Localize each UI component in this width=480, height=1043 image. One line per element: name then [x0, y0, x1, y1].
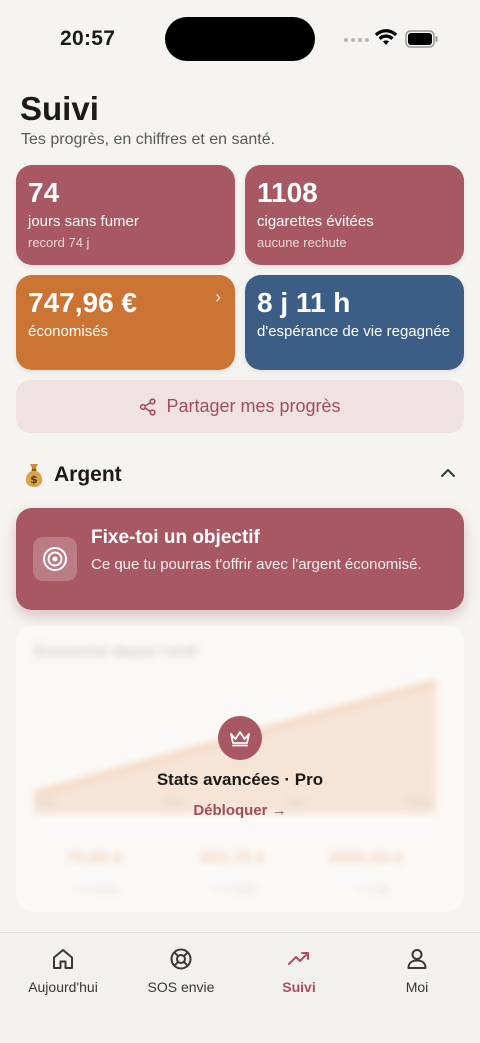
cellular-signal-icon: [344, 38, 369, 42]
blurred-value: 303,75 €: [199, 848, 266, 867]
tab-progress-label: Suivi: [282, 979, 316, 995]
blurred-stats-preview: Économisé depuis l'arrêt Nov Déc Jan Fév…: [16, 626, 464, 912]
target-icon: [33, 537, 77, 581]
money-bag-icon: $: [25, 464, 43, 487]
goal-title: Fixe-toi un objectif: [91, 527, 260, 548]
trending-up-icon: [288, 952, 309, 965]
battery-icon: [405, 30, 438, 48]
blurred-chart-title: Économisé depuis l'arrêt: [34, 643, 198, 660]
cigarettes-avoided-card: 1108 cigarettes évitées aucune rechute: [245, 165, 464, 265]
cigarettes-value: 1108: [257, 177, 318, 208]
person-icon: [407, 949, 427, 969]
advanced-stats-locked-card: Économisé depuis l'arrêt Nov Déc Jan Fév…: [16, 626, 464, 912]
days-value: 74: [28, 177, 60, 208]
home-icon: [53, 949, 73, 969]
tab-sos-label: SOS envie: [147, 979, 215, 995]
section-title-money: Argent: [54, 463, 122, 486]
chevron-right-icon: ›: [215, 287, 221, 307]
days-record: record 74 j: [28, 235, 90, 250]
unlock-button[interactable]: Débloquer →: [16, 802, 464, 819]
life-value: 8 j 11 h: [257, 287, 351, 318]
tab-me-label: Moi: [405, 979, 429, 995]
relapse-status: aucune rechute: [257, 235, 347, 250]
crown-icon: [218, 716, 262, 760]
share-icon: [140, 397, 157, 416]
status-bar: 20:57: [0, 0, 480, 80]
set-goal-card[interactable]: Fixe-toi un objectif Ce que tu pourras t…: [16, 508, 464, 610]
tab-today-label: Aujourd'hui: [28, 979, 98, 995]
tab-bar: Aujourd'hui SOS envie Suivi Moi: [0, 932, 480, 1043]
tab-me[interactable]: Moi: [357, 947, 477, 995]
blurred-value: 70,60 €: [66, 848, 123, 867]
svg-text:$: $: [30, 473, 38, 486]
days-label: jours sans fumer: [28, 213, 139, 230]
lifebuoy-icon: [170, 948, 192, 970]
blurred-subtext: ≈ 1 an: [356, 882, 390, 896]
share-progress-button[interactable]: Partager mes progrès: [16, 380, 464, 433]
chevron-up-icon[interactable]: [440, 468, 456, 478]
tab-progress[interactable]: Suivi: [239, 947, 359, 995]
blurred-value: 3005,83 €: [328, 848, 404, 867]
goal-description: Ce que tu pourras t'offrir avec l'argent…: [91, 556, 422, 573]
page-title: Suivi: [20, 90, 99, 127]
life-label: d'espérance de vie regagnée: [257, 323, 451, 340]
money-saved-card[interactable]: 747,96 € économisés ›: [16, 275, 235, 370]
life-expectancy-card: 8 j 11 h d'espérance de vie regagnée: [245, 275, 464, 370]
tab-today[interactable]: Aujourd'hui: [3, 947, 123, 995]
cigarettes-label: cigarettes évitées: [257, 213, 374, 230]
money-value: 747,96 €: [28, 287, 137, 318]
page-subtitle: Tes progrès, en chiffres et en santé.: [21, 131, 276, 148]
share-button-label: Partager mes progrès: [166, 396, 341, 416]
tab-sos[interactable]: SOS envie: [121, 947, 241, 995]
blurred-subtext: ≈ 1 mois: [212, 882, 258, 896]
dynamic-island: [165, 17, 315, 61]
status-time: 20:57: [60, 27, 116, 50]
money-label: économisés: [28, 323, 109, 340]
pro-stats-title: Stats avancées · Pro: [156, 770, 324, 789]
days-smoke-free-card: 74 jours sans fumer record 74 j: [16, 165, 235, 265]
wifi-icon: [374, 29, 398, 45]
blurred-subtext: ≈ 1 mois: [74, 882, 120, 896]
